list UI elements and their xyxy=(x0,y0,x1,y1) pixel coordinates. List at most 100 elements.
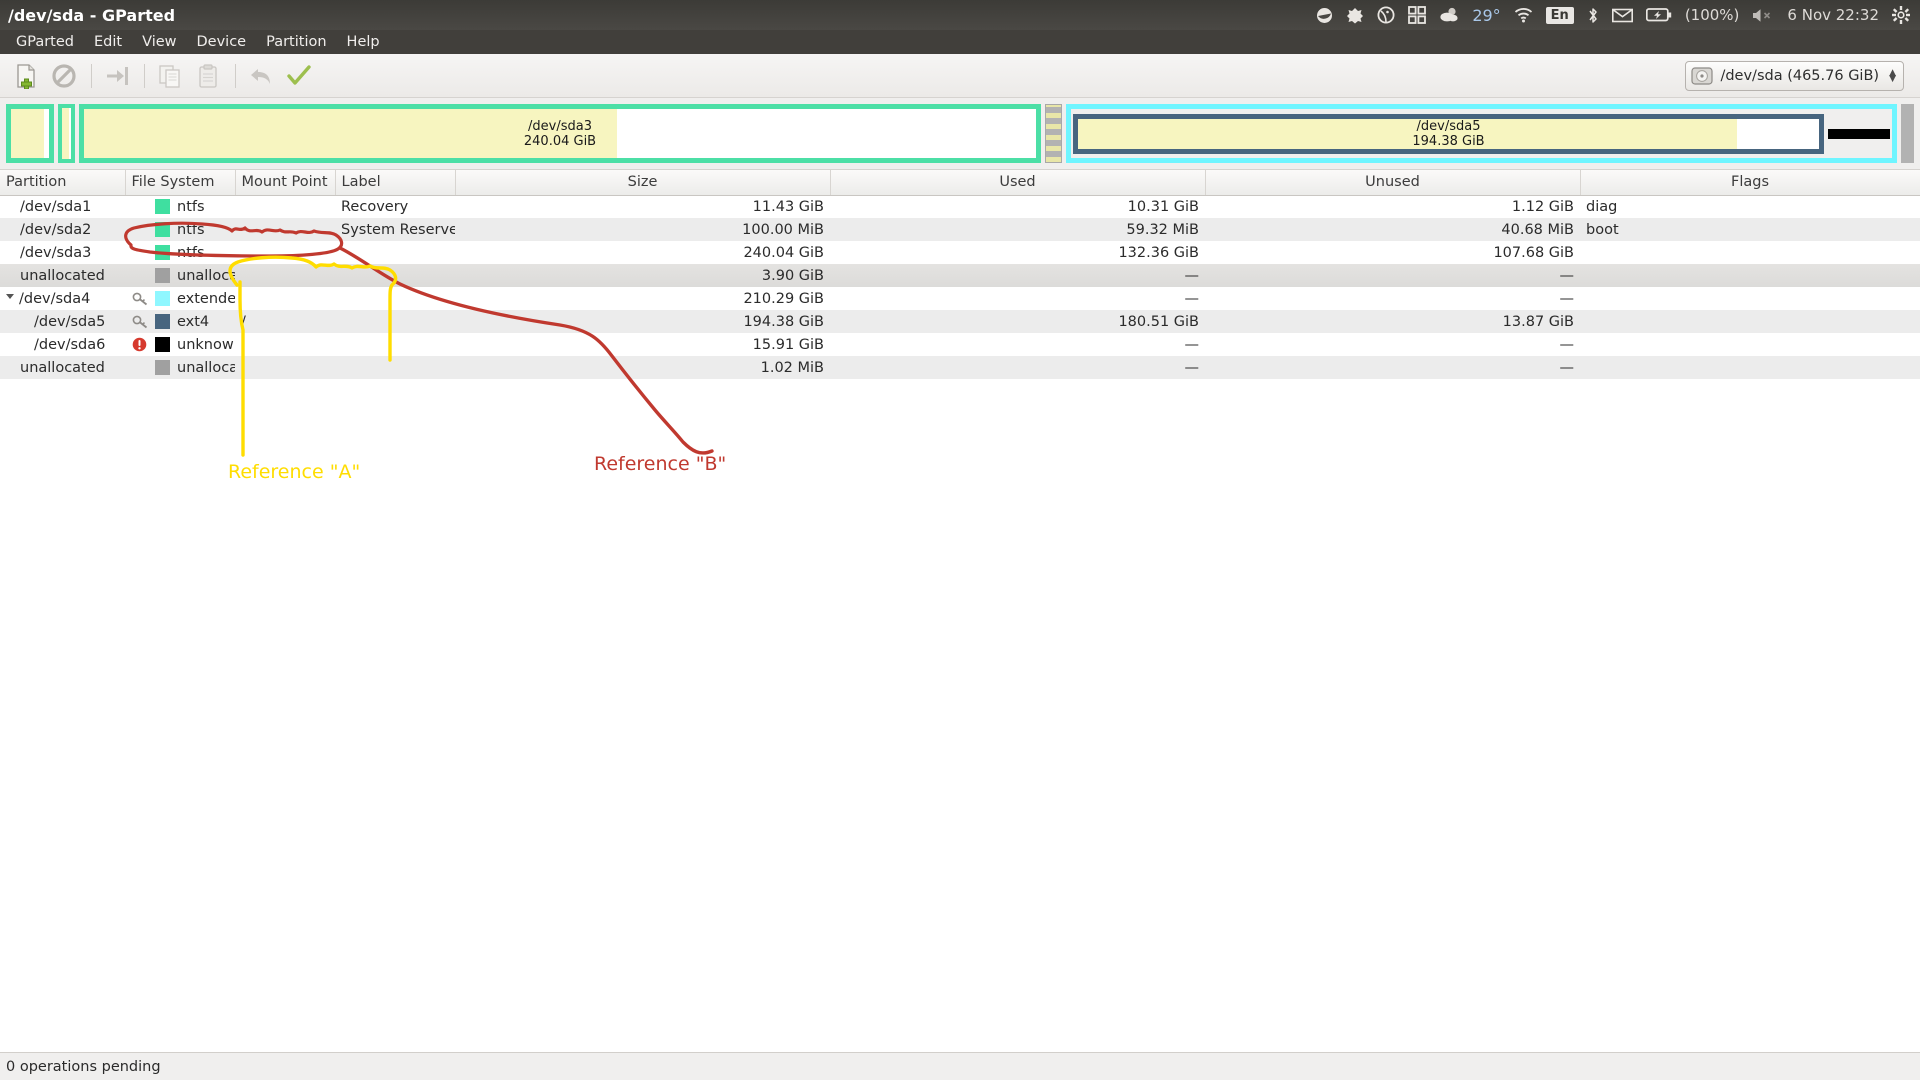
cell-size: 100.00 MiB xyxy=(455,218,830,241)
cell-label xyxy=(335,310,455,333)
volume-muted-icon[interactable] xyxy=(1752,8,1774,23)
menu-device[interactable]: Device xyxy=(187,32,257,52)
bluetooth-icon[interactable] xyxy=(1587,7,1599,24)
filesystem-color-swatch xyxy=(155,245,170,260)
partition-name: unallocated xyxy=(20,267,105,284)
column-header-size[interactable]: Size xyxy=(455,170,831,196)
menu-edit[interactable]: Edit xyxy=(84,32,132,52)
toolbar: /dev/sda (465.76 GiB) ▲ ▼ xyxy=(0,54,1920,98)
partition-table-container: Partition File System Mount Point Label … xyxy=(0,170,1920,1052)
workspace-switcher-icon[interactable] xyxy=(1408,6,1427,24)
partition-name: /dev/sda5 xyxy=(34,313,106,330)
graphic-block-sda1[interactable] xyxy=(6,104,54,163)
cell-filesystem: ntfs xyxy=(125,241,235,264)
table-row[interactable]: /dev/sda2 ntfs System Reserved 100.00 MiB 59… xyxy=(0,218,1920,241)
graphic-block-sda6[interactable] xyxy=(1828,128,1890,139)
partition-name: /dev/sda2 xyxy=(20,221,92,238)
graphic-block-sda3[interactable]: /dev/sda3 240.04 GiB xyxy=(79,104,1041,163)
temperature-label[interactable]: 29° xyxy=(1472,6,1500,25)
apply-button[interactable] xyxy=(281,59,317,93)
cell-size: 240.04 GiB xyxy=(455,241,830,264)
new-partition-button[interactable] xyxy=(8,59,44,93)
filesystem-color-swatch xyxy=(155,337,170,352)
partition-name: unallocated xyxy=(20,359,105,376)
column-header-mountpoint[interactable]: Mount Point xyxy=(235,170,336,196)
column-header-used[interactable]: Used xyxy=(830,170,1206,196)
status-text: 0 operations pending xyxy=(6,1058,161,1075)
menu-help[interactable]: Help xyxy=(337,32,390,52)
device-selector-label: /dev/sda (465.76 GiB) xyxy=(1720,67,1880,84)
column-header-label[interactable]: Label xyxy=(335,170,456,196)
toolbar-separator xyxy=(235,63,236,88)
paste-button[interactable] xyxy=(190,59,226,93)
table-row[interactable]: /dev/sda1 ntfs Recovery 11.43 GiB 10.31 GiB 1… xyxy=(0,195,1920,218)
window-title: /dev/sda - GParted xyxy=(8,5,176,25)
device-selector[interactable]: /dev/sda (465.76 GiB) ▲ ▼ xyxy=(1685,60,1904,91)
expander-triangle-icon[interactable] xyxy=(6,294,14,303)
copy-button[interactable] xyxy=(152,59,188,93)
graphic-block-sda5[interactable]: /dev/sda5 194.38 GiB xyxy=(1073,113,1824,154)
cell-used: 10.31 GiB xyxy=(830,195,1205,218)
cell-size: 3.90 GiB xyxy=(455,264,830,287)
keyboard-layout-indicator[interactable]: En xyxy=(1545,6,1574,24)
column-header-flags[interactable]: Flags xyxy=(1580,170,1920,196)
partition-table: Partition File System Mount Point Label … xyxy=(0,170,1920,379)
table-row[interactable]: /dev/sda6unknown15.91 GiB—— xyxy=(0,333,1920,356)
cell-flags xyxy=(1580,241,1920,264)
table-row[interactable]: /dev/sda3 ntfs 240.04 GiB 132.36 GiB 107.68 … xyxy=(0,241,1920,264)
cell-mountpoint xyxy=(235,195,335,218)
sync-icon[interactable] xyxy=(1346,7,1364,24)
partition-name: /dev/sda3 xyxy=(20,244,92,261)
cell-flags xyxy=(1580,287,1920,310)
graphic-block-sda4-extended[interactable]: /dev/sda5 194.38 GiB xyxy=(1066,104,1897,163)
key-icon xyxy=(131,315,148,329)
graphic-block-sda2[interactable] xyxy=(58,104,75,163)
cell-label xyxy=(335,356,455,379)
graphic-block-unallocated-b[interactable] xyxy=(1901,104,1914,163)
filesystem-color-swatch xyxy=(155,222,170,237)
gear-icon[interactable] xyxy=(1892,6,1910,24)
column-header-unused[interactable]: Unused xyxy=(1205,170,1581,196)
menu-partition[interactable]: Partition xyxy=(256,32,336,52)
table-row[interactable]: unallocatedunallocated1.02 MiB—— xyxy=(0,356,1920,379)
filesystem-color-swatch xyxy=(155,291,170,306)
warning-icon xyxy=(131,337,148,352)
graphic-block-unallocated-a[interactable] xyxy=(1045,104,1062,163)
cell-mountpoint: / xyxy=(235,310,335,333)
filesystem-name: unallocated xyxy=(177,359,235,376)
mail-icon[interactable] xyxy=(1611,8,1633,23)
cell-filesystem: unknown xyxy=(125,333,235,356)
resize-move-button[interactable] xyxy=(99,59,135,93)
cell-flags: diag xyxy=(1580,195,1920,218)
battery-percent-label[interactable]: (100%) xyxy=(1685,6,1740,24)
key-icon xyxy=(131,292,148,306)
weather-icon[interactable] xyxy=(1439,6,1459,24)
cell-partition: /dev/sda5 xyxy=(0,310,125,333)
cell-partition: unallocated xyxy=(0,264,125,287)
device-selector-spinner[interactable]: ▲ ▼ xyxy=(1889,68,1896,83)
cell-partition: /dev/sda1 xyxy=(0,195,125,218)
filesystem-name: extended xyxy=(177,290,235,307)
column-header-filesystem[interactable]: File System xyxy=(125,170,236,196)
menu-view[interactable]: View xyxy=(132,32,186,52)
cell-mountpoint xyxy=(235,218,335,241)
dropbox-icon[interactable] xyxy=(1316,7,1333,24)
cell-partition: /dev/sda2 xyxy=(0,218,125,241)
filesystem-color-swatch xyxy=(155,268,170,283)
clock-label[interactable]: 6 Nov 22:32 xyxy=(1787,6,1879,24)
table-row[interactable]: /dev/sda5 ext4 / 194.38 GiB 180.51 GiB 13.87 … xyxy=(0,310,1920,333)
undo-button[interactable] xyxy=(243,59,279,93)
column-header-partition[interactable]: Partition xyxy=(0,170,126,196)
delete-partition-button[interactable] xyxy=(46,59,82,93)
menu-gparted[interactable]: GParted xyxy=(6,32,84,52)
table-row[interactable]: /dev/sda4extended210.29 GiB—— xyxy=(0,287,1920,310)
cell-unused: — xyxy=(1205,264,1580,287)
battery-icon[interactable] xyxy=(1645,8,1672,22)
wifi-icon[interactable] xyxy=(1514,7,1533,23)
table-row[interactable]: unallocatedunallocated3.90 GiB—— xyxy=(0,264,1920,287)
partition-name: /dev/sda6 xyxy=(34,336,106,353)
info-icon[interactable] xyxy=(1377,6,1395,24)
cell-label xyxy=(335,287,455,310)
cell-filesystem: ext4 xyxy=(125,310,235,333)
filesystem-name: unknown xyxy=(177,336,235,353)
